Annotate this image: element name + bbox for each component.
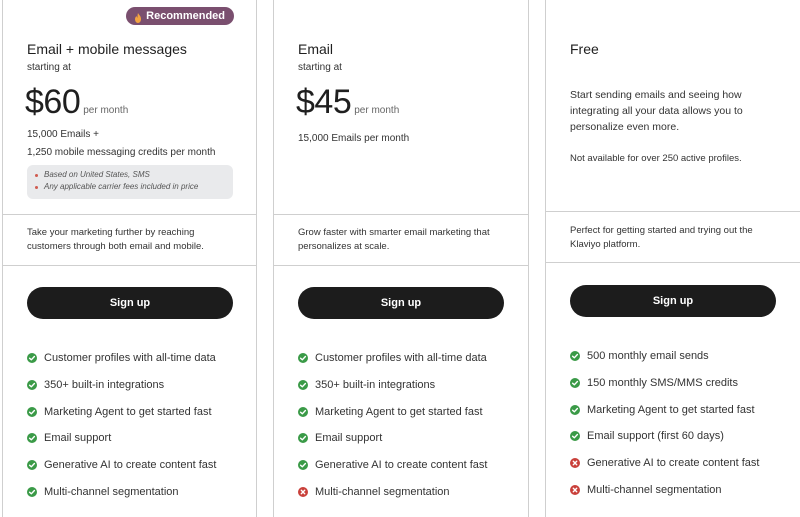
flame-icon	[134, 11, 142, 23]
check-circle-icon	[298, 406, 308, 417]
divider	[3, 214, 256, 215]
sign-up-button[interactable]: Sign up	[570, 285, 776, 317]
price-period: per month	[354, 105, 400, 116]
feature-item: Generative AI to create content fast	[298, 452, 487, 479]
feature-item: Multi-channel segmentation	[570, 476, 759, 503]
starting-at-label: starting at	[298, 62, 342, 73]
plan-name: Email + mobile messages	[27, 41, 187, 57]
x-circle-icon	[570, 458, 580, 469]
plan-description: Take your marketing further by reaching …	[27, 227, 204, 252]
feature-item: Marketing Agent to get started fast	[298, 398, 487, 425]
feature-item: Customer profiles with all-time data	[298, 345, 487, 372]
feature-item: 350+ built-in integrations	[27, 372, 216, 399]
recommended-badge: Recommended	[126, 7, 234, 25]
feature-label: Multi-channel segmentation	[315, 485, 450, 498]
feature-label: Marketing Agent to get started fast	[315, 405, 483, 418]
check-circle-icon	[27, 433, 37, 444]
price-row: $45 per month	[296, 83, 399, 122]
feature-label: Marketing Agent to get started fast	[44, 405, 212, 418]
feature-label: 350+ built-in integrations	[315, 379, 436, 392]
feature-item: Email support	[27, 425, 216, 452]
plan-description: Perfect for getting started and trying o…	[570, 225, 753, 250]
plan-limit-note: Not available for over 250 active profil…	[570, 153, 742, 164]
feature-label: Customer profiles with all-time data	[44, 352, 216, 365]
plan-card-email-mobile: Recommended Email + mobile messages star…	[2, 0, 257, 517]
divider	[546, 262, 800, 263]
price: $45	[296, 83, 352, 121]
check-circle-icon	[27, 353, 37, 364]
feature-item: Customer profiles with all-time data	[27, 345, 216, 372]
feature-item: 500 monthly email sends	[570, 343, 759, 370]
feature-label: Generative AI to create content fast	[44, 459, 217, 472]
bullet-icon	[35, 185, 38, 189]
feature-item: Email support	[298, 425, 487, 452]
check-circle-icon	[298, 433, 308, 444]
bullet-icon	[35, 173, 38, 177]
divider	[274, 214, 528, 215]
check-circle-icon	[298, 380, 308, 391]
price-row: $60 per month	[25, 83, 128, 122]
feature-label: Multi-channel segmentation	[44, 485, 179, 498]
feature-item: Generative AI to create content fast	[27, 452, 216, 479]
check-circle-icon	[27, 380, 37, 391]
feature-label: 150 monthly SMS/MMS credits	[587, 377, 738, 390]
x-circle-icon	[570, 484, 580, 495]
starting-at-label: starting at	[27, 62, 71, 73]
x-circle-icon	[298, 486, 308, 497]
check-circle-icon	[570, 431, 580, 442]
feature-list: Customer profiles with all-time data 350+…	[298, 345, 487, 505]
plan-detail: 15,000 Emails +	[27, 129, 99, 140]
divider	[546, 211, 800, 212]
check-circle-icon	[298, 353, 308, 364]
check-circle-icon	[27, 486, 37, 497]
feature-item: Marketing Agent to get started fast	[27, 398, 216, 425]
feature-label: Generative AI to create content fast	[315, 459, 488, 472]
price-period: per month	[83, 105, 129, 116]
sign-up-button[interactable]: Sign up	[27, 287, 233, 319]
feature-label: Generative AI to create content fast	[587, 457, 760, 470]
feature-label: 350+ built-in integrations	[44, 379, 165, 392]
feature-label: Email support	[315, 432, 383, 445]
feature-item: 350+ built-in integrations	[298, 372, 487, 399]
check-circle-icon	[570, 378, 580, 389]
pricing-notes: Based on United States, SMS Any applicab…	[27, 165, 233, 199]
plan-description: Grow faster with smarter email marketing…	[298, 227, 490, 252]
sign-up-button[interactable]: Sign up	[298, 287, 504, 319]
feature-label: 500 monthly email sends	[587, 350, 709, 363]
recommended-badge-label: Recommended	[146, 10, 225, 22]
check-circle-icon	[27, 460, 37, 471]
feature-list: Customer profiles with all-time data 350+…	[27, 345, 216, 505]
check-circle-icon	[570, 404, 580, 415]
plan-card-email: Email starting at $45 per month 15,000 E…	[273, 0, 529, 517]
feature-label: Email support (first 60 days)	[587, 430, 724, 443]
feature-item: Multi-channel segmentation	[27, 478, 216, 505]
feature-item: Multi-channel segmentation	[298, 478, 487, 505]
feature-item: Marketing Agent to get started fast	[570, 396, 759, 423]
plan-detail: 1,250 mobile messaging credits per month	[27, 147, 216, 158]
feature-label: Customer profiles with all-time data	[315, 352, 487, 365]
plan-card-free: Free Start sending emails and seeing how…	[545, 0, 800, 517]
feature-item: Generative AI to create content fast	[570, 450, 759, 477]
pricing-note: Any applicable carrier fees included in …	[35, 181, 233, 193]
check-circle-icon	[570, 351, 580, 362]
plan-intro: Start sending emails and seeing how inte…	[570, 89, 743, 133]
feature-item: Email support (first 60 days)	[570, 423, 759, 450]
price: $60	[25, 83, 81, 121]
plan-detail: 15,000 Emails per month	[298, 133, 410, 144]
pricing-note: Based on United States, SMS	[35, 169, 233, 181]
feature-label: Email support	[44, 432, 112, 445]
feature-label: Multi-channel segmentation	[587, 483, 722, 496]
feature-list: 500 monthly email sends 150 monthly SMS/M…	[570, 343, 759, 503]
check-circle-icon	[298, 460, 308, 471]
divider	[3, 265, 256, 266]
check-circle-icon	[27, 406, 37, 417]
feature-label: Marketing Agent to get started fast	[587, 403, 755, 416]
feature-item: 150 monthly SMS/MMS credits	[570, 370, 759, 397]
divider	[274, 265, 528, 266]
plan-name: Email	[298, 41, 334, 57]
plan-name: Free	[570, 41, 599, 57]
